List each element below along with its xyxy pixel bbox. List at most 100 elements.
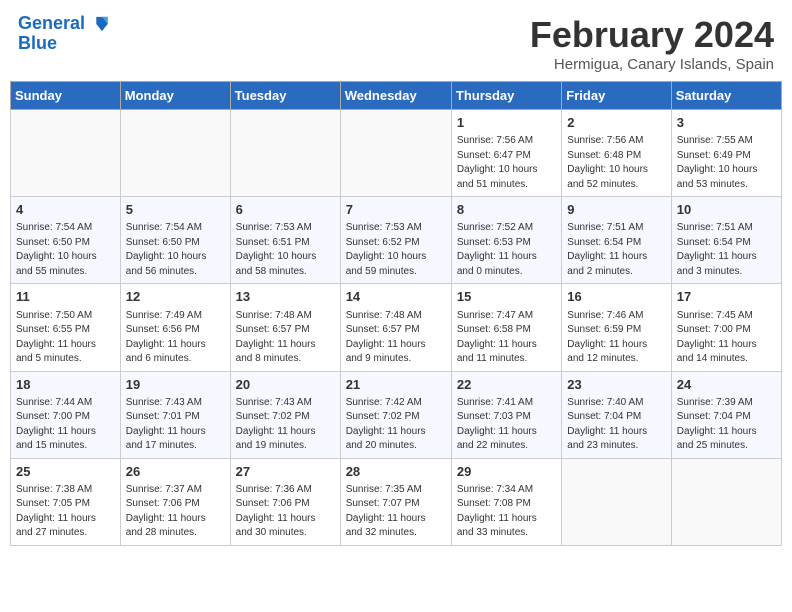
day-number: 15	[457, 288, 556, 306]
calendar-cell: 18Sunrise: 7:44 AM Sunset: 7:00 PM Dayli…	[11, 371, 121, 458]
day-number: 5	[126, 201, 225, 219]
week-row-1: 1 Sunrise: 7:56 AM Sunset: 6:47 PM Daylig…	[11, 110, 782, 197]
calendar-cell: 23 Sunrise: 7:40 AM Sunset: 7:04 PM Dayli…	[562, 371, 671, 458]
calendar-cell: 14Sunrise: 7:48 AM Sunset: 6:57 PM Dayli…	[340, 284, 451, 371]
day-number: 14	[346, 288, 446, 306]
calendar-cell	[11, 110, 121, 197]
calendar-cell: 15 Sunrise: 7:47 AM Sunset: 6:58 PM Dayli…	[451, 284, 561, 371]
calendar-cell: 17 Sunrise: 7:45 AM Sunset: 7:00 PM Dayli…	[671, 284, 781, 371]
day-number: 24	[677, 376, 776, 394]
weekday-header-saturday: Saturday	[671, 82, 781, 110]
day-info: Sunrise: 7:41 AM Sunset: 7:03 PM Dayligh…	[457, 396, 556, 454]
calendar-cell	[562, 458, 671, 545]
calendar-cell	[230, 110, 340, 197]
day-info: Sunrise: 7:46 AM Sunset: 6:59 PM Dayligh…	[567, 309, 665, 367]
day-number: 11	[16, 288, 115, 306]
day-info: Sunrise: 7:54 AM Sunset: 6:50 PM Dayligh…	[126, 221, 225, 279]
day-info: Sunrise: 7:42 AM Sunset: 7:02 PM Dayligh…	[346, 396, 446, 454]
calendar-cell: 13 Sunrise: 7:48 AM Sunset: 6:57 PM Dayli…	[230, 284, 340, 371]
header: General Blue February 2024 Hermigua, Can…	[10, 10, 782, 77]
day-info: Sunrise: 7:55 AM Sunset: 6:49 PM Dayligh…	[677, 134, 776, 192]
day-number: 29	[457, 463, 556, 481]
day-info: Sunrise: 7:38 AM Sunset: 7:05 PM Dayligh…	[16, 483, 115, 541]
calendar-cell: 27 Sunrise: 7:36 AM Sunset: 7:06 PM Dayli…	[230, 458, 340, 545]
day-number: 17	[677, 288, 776, 306]
day-info: Sunrise: 7:43 AM Sunset: 7:02 PM Dayligh…	[236, 396, 335, 454]
calendar-cell: 2Sunrise: 7:56 AM Sunset: 6:48 PM Daylig…	[562, 110, 671, 197]
calendar-cell: 19 Sunrise: 7:43 AM Sunset: 7:01 PM Dayli…	[120, 371, 230, 458]
calendar-cell: 25Sunrise: 7:38 AM Sunset: 7:05 PM Dayli…	[11, 458, 121, 545]
day-number: 10	[677, 201, 776, 219]
calendar-cell: 11 Sunrise: 7:50 AM Sunset: 6:55 PM Dayli…	[11, 284, 121, 371]
day-number: 26	[126, 463, 225, 481]
weekday-header-wednesday: Wednesday	[340, 82, 451, 110]
calendar-cell	[340, 110, 451, 197]
day-number: 27	[236, 463, 335, 481]
calendar-cell: 29 Sunrise: 7:34 AM Sunset: 7:08 PM Dayli…	[451, 458, 561, 545]
calendar-cell: 26 Sunrise: 7:37 AM Sunset: 7:06 PM Dayli…	[120, 458, 230, 545]
logo: General Blue	[18, 14, 112, 54]
day-number: 8	[457, 201, 556, 219]
calendar-cell: 22 Sunrise: 7:41 AM Sunset: 7:03 PM Dayli…	[451, 371, 561, 458]
day-number: 22	[457, 376, 556, 394]
logo-text2: Blue	[18, 34, 112, 54]
day-info: Sunrise: 7:53 AM Sunset: 6:52 PM Dayligh…	[346, 221, 446, 279]
day-info: Sunrise: 7:52 AM Sunset: 6:53 PM Dayligh…	[457, 221, 556, 279]
day-info: Sunrise: 7:34 AM Sunset: 7:08 PM Dayligh…	[457, 483, 556, 541]
day-info: Sunrise: 7:45 AM Sunset: 7:00 PM Dayligh…	[677, 309, 776, 367]
calendar-cell: 4 Sunrise: 7:54 AM Sunset: 6:50 PM Daylig…	[11, 197, 121, 284]
month-title: February 2024	[530, 14, 774, 56]
day-info: Sunrise: 7:51 AM Sunset: 6:54 PM Dayligh…	[677, 221, 776, 279]
calendar-cell: 7 Sunrise: 7:53 AM Sunset: 6:52 PM Daylig…	[340, 197, 451, 284]
calendar-cell: 6Sunrise: 7:53 AM Sunset: 6:51 PM Daylig…	[230, 197, 340, 284]
calendar-cell: 20 Sunrise: 7:43 AM Sunset: 7:02 PM Dayli…	[230, 371, 340, 458]
day-number: 16	[567, 288, 665, 306]
week-row-3: 11 Sunrise: 7:50 AM Sunset: 6:55 PM Dayli…	[11, 284, 782, 371]
weekday-header-friday: Friday	[562, 82, 671, 110]
weekday-header-monday: Monday	[120, 82, 230, 110]
week-row-4: 18Sunrise: 7:44 AM Sunset: 7:00 PM Dayli…	[11, 371, 782, 458]
day-number: 7	[346, 201, 446, 219]
calendar-cell: 5 Sunrise: 7:54 AM Sunset: 6:50 PM Daylig…	[120, 197, 230, 284]
day-info: Sunrise: 7:47 AM Sunset: 6:58 PM Dayligh…	[457, 309, 556, 367]
day-info: Sunrise: 7:48 AM Sunset: 6:57 PM Dayligh…	[236, 309, 335, 367]
day-number: 19	[126, 376, 225, 394]
calendar-cell: 9 Sunrise: 7:51 AM Sunset: 6:54 PM Daylig…	[562, 197, 671, 284]
weekday-header-row: SundayMondayTuesdayWednesdayThursdayFrid…	[11, 82, 782, 110]
weekday-header-tuesday: Tuesday	[230, 82, 340, 110]
day-info: Sunrise: 7:50 AM Sunset: 6:55 PM Dayligh…	[16, 309, 115, 367]
day-info: Sunrise: 7:40 AM Sunset: 7:04 PM Dayligh…	[567, 396, 665, 454]
calendar-cell	[120, 110, 230, 197]
day-info: Sunrise: 7:36 AM Sunset: 7:06 PM Dayligh…	[236, 483, 335, 541]
calendar-cell: 1 Sunrise: 7:56 AM Sunset: 6:47 PM Daylig…	[451, 110, 561, 197]
week-row-2: 4 Sunrise: 7:54 AM Sunset: 6:50 PM Daylig…	[11, 197, 782, 284]
day-number: 20	[236, 376, 335, 394]
day-number: 4	[16, 201, 115, 219]
title-block: February 2024 Hermigua, Canary Islands, …	[530, 14, 774, 73]
calendar-cell: 10 Sunrise: 7:51 AM Sunset: 6:54 PM Dayli…	[671, 197, 781, 284]
weekday-header-sunday: Sunday	[11, 82, 121, 110]
day-info: Sunrise: 7:56 AM Sunset: 6:47 PM Dayligh…	[457, 134, 556, 192]
calendar-cell: 3 Sunrise: 7:55 AM Sunset: 6:49 PM Daylig…	[671, 110, 781, 197]
day-number: 2	[567, 114, 665, 132]
day-number: 28	[346, 463, 446, 481]
day-info: Sunrise: 7:43 AM Sunset: 7:01 PM Dayligh…	[126, 396, 225, 454]
weekday-header-thursday: Thursday	[451, 82, 561, 110]
day-number: 1	[457, 114, 556, 132]
day-info: Sunrise: 7:37 AM Sunset: 7:06 PM Dayligh…	[126, 483, 225, 541]
day-number: 9	[567, 201, 665, 219]
day-info: Sunrise: 7:35 AM Sunset: 7:07 PM Dayligh…	[346, 483, 446, 541]
day-number: 3	[677, 114, 776, 132]
day-number: 23	[567, 376, 665, 394]
week-row-5: 25Sunrise: 7:38 AM Sunset: 7:05 PM Dayli…	[11, 458, 782, 545]
day-number: 18	[16, 376, 115, 394]
day-number: 13	[236, 288, 335, 306]
location: Hermigua, Canary Islands, Spain	[530, 56, 774, 73]
day-info: Sunrise: 7:49 AM Sunset: 6:56 PM Dayligh…	[126, 309, 225, 367]
day-info: Sunrise: 7:51 AM Sunset: 6:54 PM Dayligh…	[567, 221, 665, 279]
day-info: Sunrise: 7:54 AM Sunset: 6:50 PM Dayligh…	[16, 221, 115, 279]
day-number: 21	[346, 376, 446, 394]
calendar-cell	[671, 458, 781, 545]
calendar-cell: 28 Sunrise: 7:35 AM Sunset: 7:07 PM Dayli…	[340, 458, 451, 545]
day-number: 6	[236, 201, 335, 219]
